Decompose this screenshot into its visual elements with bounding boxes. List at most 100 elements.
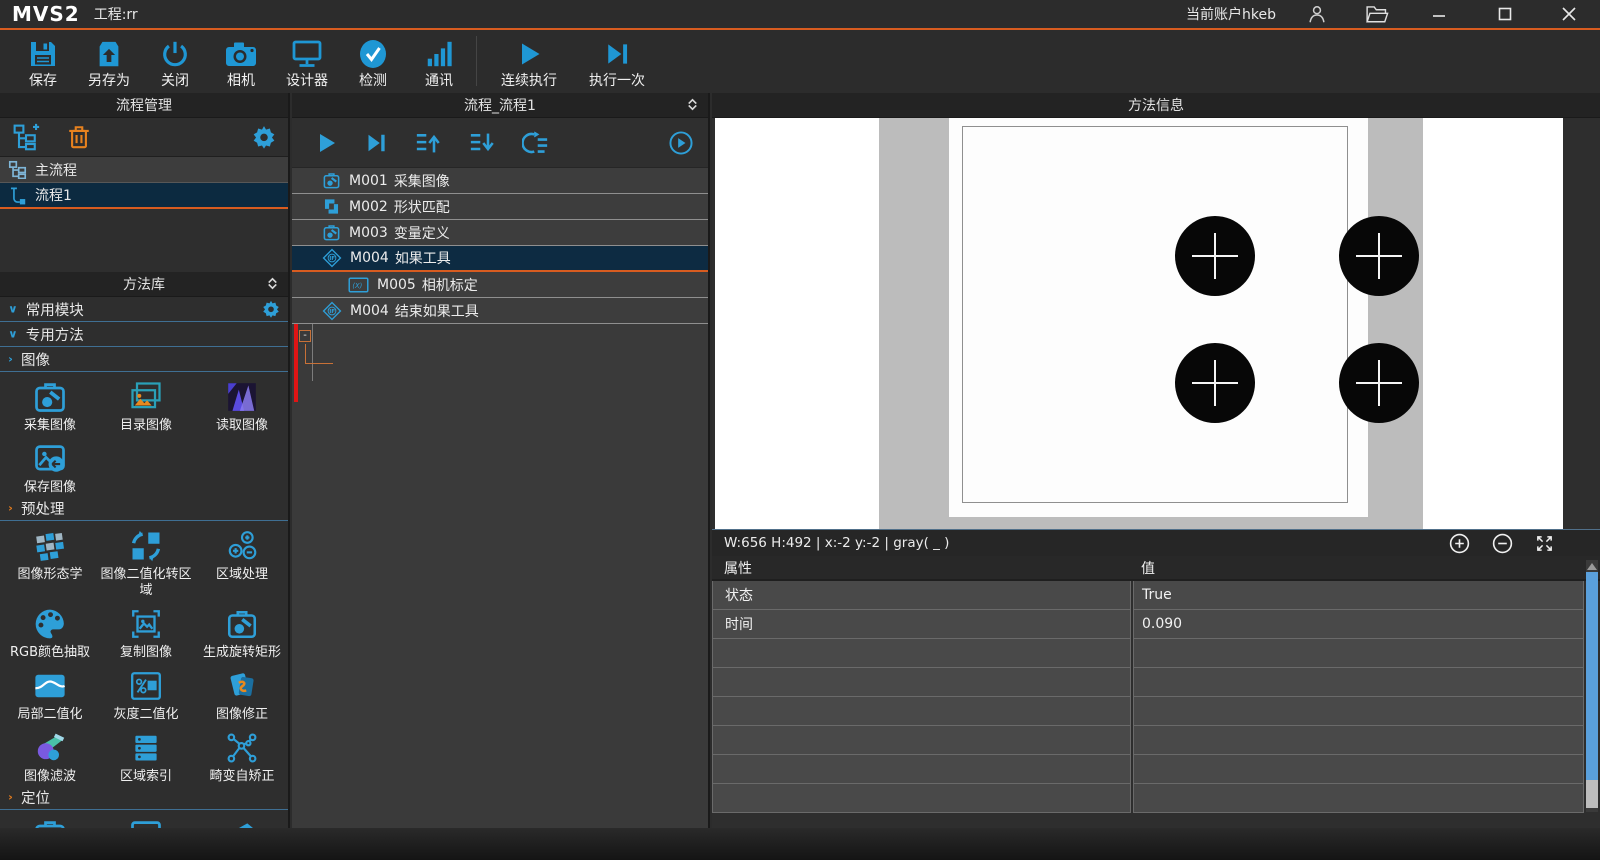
- chevron-right-icon: ›: [8, 791, 13, 804]
- section-common-modules[interactable]: ∨ 常用模块: [0, 297, 288, 322]
- group-image[interactable]: › 图像: [0, 347, 288, 372]
- method-item[interactable]: 图像修正: [194, 661, 290, 723]
- table-row[interactable]: [712, 697, 1600, 726]
- delete-flow-button[interactable]: [66, 123, 92, 151]
- run-flow-button[interactable]: [314, 130, 338, 156]
- table-row[interactable]: 状态 True: [712, 581, 1600, 610]
- directory-image-icon: [127, 378, 165, 416]
- method-item[interactable]: 图像形态学: [2, 521, 98, 599]
- run-once-button[interactable]: 执行一次: [573, 32, 661, 92]
- add-flow-button[interactable]: [12, 123, 40, 151]
- zoom-in-button[interactable]: [1449, 533, 1470, 554]
- flow-step-list: M001 采集图像 M002 形状匹配 M003 变量定义 IF: [292, 168, 708, 324]
- method-item[interactable]: 采集图像: [2, 372, 98, 434]
- flow-manager-header: 流程管理: [0, 93, 288, 118]
- method-item-label: 畸变自矫正: [209, 769, 274, 785]
- flow-step-m001[interactable]: M001 采集图像: [292, 168, 708, 194]
- method-item[interactable]: 复制图像: [98, 599, 194, 661]
- method-item[interactable]: 目录图像: [98, 372, 194, 434]
- open-project-button[interactable]: [1354, 0, 1400, 28]
- morphology-icon: [31, 527, 69, 565]
- table-row[interactable]: [712, 668, 1600, 697]
- method-item[interactable]: [194, 810, 290, 828]
- method-item[interactable]: RGB颜色抽取: [2, 599, 98, 661]
- group-position[interactable]: › 定位: [0, 785, 288, 810]
- table-row[interactable]: [712, 784, 1600, 813]
- method-item[interactable]: 区域索引: [98, 723, 194, 785]
- move-up-button[interactable]: [414, 131, 442, 155]
- library-settings-button[interactable]: [262, 300, 280, 318]
- flow-item-flow1[interactable]: 流程1: [0, 183, 288, 209]
- method-item[interactable]: 图像滤波: [2, 723, 98, 785]
- method-item[interactable]: [98, 810, 194, 828]
- flow-tree-icon: [8, 160, 27, 179]
- camera-button[interactable]: 相机: [208, 32, 274, 92]
- collapse-panel-icon[interactable]: [265, 276, 280, 291]
- method-item[interactable]: 区域处理: [194, 521, 290, 599]
- flow-step-m005[interactable]: (X) M005 相机标定: [292, 272, 708, 298]
- designer-button[interactable]: 设计器: [274, 32, 340, 92]
- run-single-module-button[interactable]: [668, 130, 694, 156]
- flow-run-toolbar: [292, 118, 708, 168]
- toolbar-separator: [476, 36, 477, 86]
- fit-view-button[interactable]: [1535, 534, 1554, 553]
- method-item[interactable]: 保存图像: [2, 434, 98, 496]
- viewer-status-bar: W:656 H:492 | x:-2 y:-2 | gray( _ ): [712, 529, 1600, 556]
- capture-image-icon: [31, 378, 69, 416]
- method-item-label: 图像滤波: [24, 769, 76, 785]
- method-item-label: 灰度二值化: [113, 707, 178, 723]
- method-item[interactable]: [2, 810, 98, 828]
- save-button[interactable]: 保存: [10, 32, 76, 92]
- table-row[interactable]: 时间 0.090: [712, 610, 1600, 639]
- account-button[interactable]: [1294, 0, 1340, 28]
- flow-step-m004-if[interactable]: IF M004 如果工具: [292, 246, 708, 272]
- save-label: 保存: [29, 73, 57, 90]
- collapse-panel-icon[interactable]: [685, 97, 700, 112]
- rotate-rect-icon: [223, 605, 261, 643]
- section-special-methods[interactable]: ∨ 专用方法: [0, 322, 288, 347]
- flow-step-m003[interactable]: M003 变量定义: [292, 220, 708, 246]
- value-cell: 0.090: [1133, 610, 1584, 639]
- table-row[interactable]: [712, 755, 1600, 784]
- move-down-button[interactable]: [468, 131, 496, 155]
- detect-label: 检测: [359, 73, 387, 90]
- scroll-up-arrow[interactable]: [1587, 563, 1597, 570]
- shape-match-step-icon: [322, 197, 341, 216]
- detect-button[interactable]: 检测: [340, 32, 406, 92]
- method-item[interactable]: 畸变自矫正: [194, 723, 290, 785]
- save-as-icon: [94, 35, 124, 73]
- method-library-header: 方法库: [0, 272, 288, 297]
- collapse-step-toggle[interactable]: -: [299, 330, 311, 342]
- method-item[interactable]: 局部二值化: [2, 661, 98, 723]
- close-project-button[interactable]: 关闭: [142, 32, 208, 92]
- flow-step-m002[interactable]: M002 形状匹配: [292, 194, 708, 220]
- flow-item-main[interactable]: 主流程: [0, 157, 288, 183]
- image-viewer[interactable]: [715, 118, 1563, 529]
- save-as-button[interactable]: 另存为: [76, 32, 142, 92]
- scrollbar-thumb[interactable]: [1586, 572, 1598, 780]
- loop-list-button[interactable]: [522, 131, 550, 155]
- play-once-icon: [603, 35, 631, 73]
- group-preprocess[interactable]: › 预处理: [0, 496, 288, 521]
- run-continuous-button[interactable]: 连续执行: [485, 32, 573, 92]
- method-item[interactable]: 生成旋转矩形: [194, 599, 290, 661]
- table-scrollbar[interactable]: [1586, 560, 1598, 812]
- method-item[interactable]: 灰度二值化: [98, 661, 194, 723]
- designer-label: 设计器: [286, 73, 328, 90]
- table-row[interactable]: [712, 639, 1600, 668]
- comm-button[interactable]: 通讯: [406, 32, 472, 92]
- step-flow-button[interactable]: [364, 130, 388, 156]
- method-item[interactable]: 读取图像: [194, 372, 290, 434]
- flow-step-m004-endif[interactable]: IF M004 结束如果工具: [292, 298, 708, 324]
- flow-settings-button[interactable]: [252, 125, 276, 149]
- method-item[interactable]: 图像二值化转区域: [98, 521, 194, 599]
- zoom-out-button[interactable]: [1492, 533, 1513, 554]
- play-icon: [515, 35, 543, 73]
- close-button[interactable]: [1546, 0, 1592, 28]
- maximize-button[interactable]: [1482, 0, 1528, 28]
- step-id: M002: [349, 199, 388, 215]
- table-row[interactable]: [712, 726, 1600, 755]
- window-bottom-edge: [0, 828, 1600, 860]
- minimize-button[interactable]: [1416, 0, 1462, 28]
- method-item-label: 生成旋转矩形: [203, 645, 281, 661]
